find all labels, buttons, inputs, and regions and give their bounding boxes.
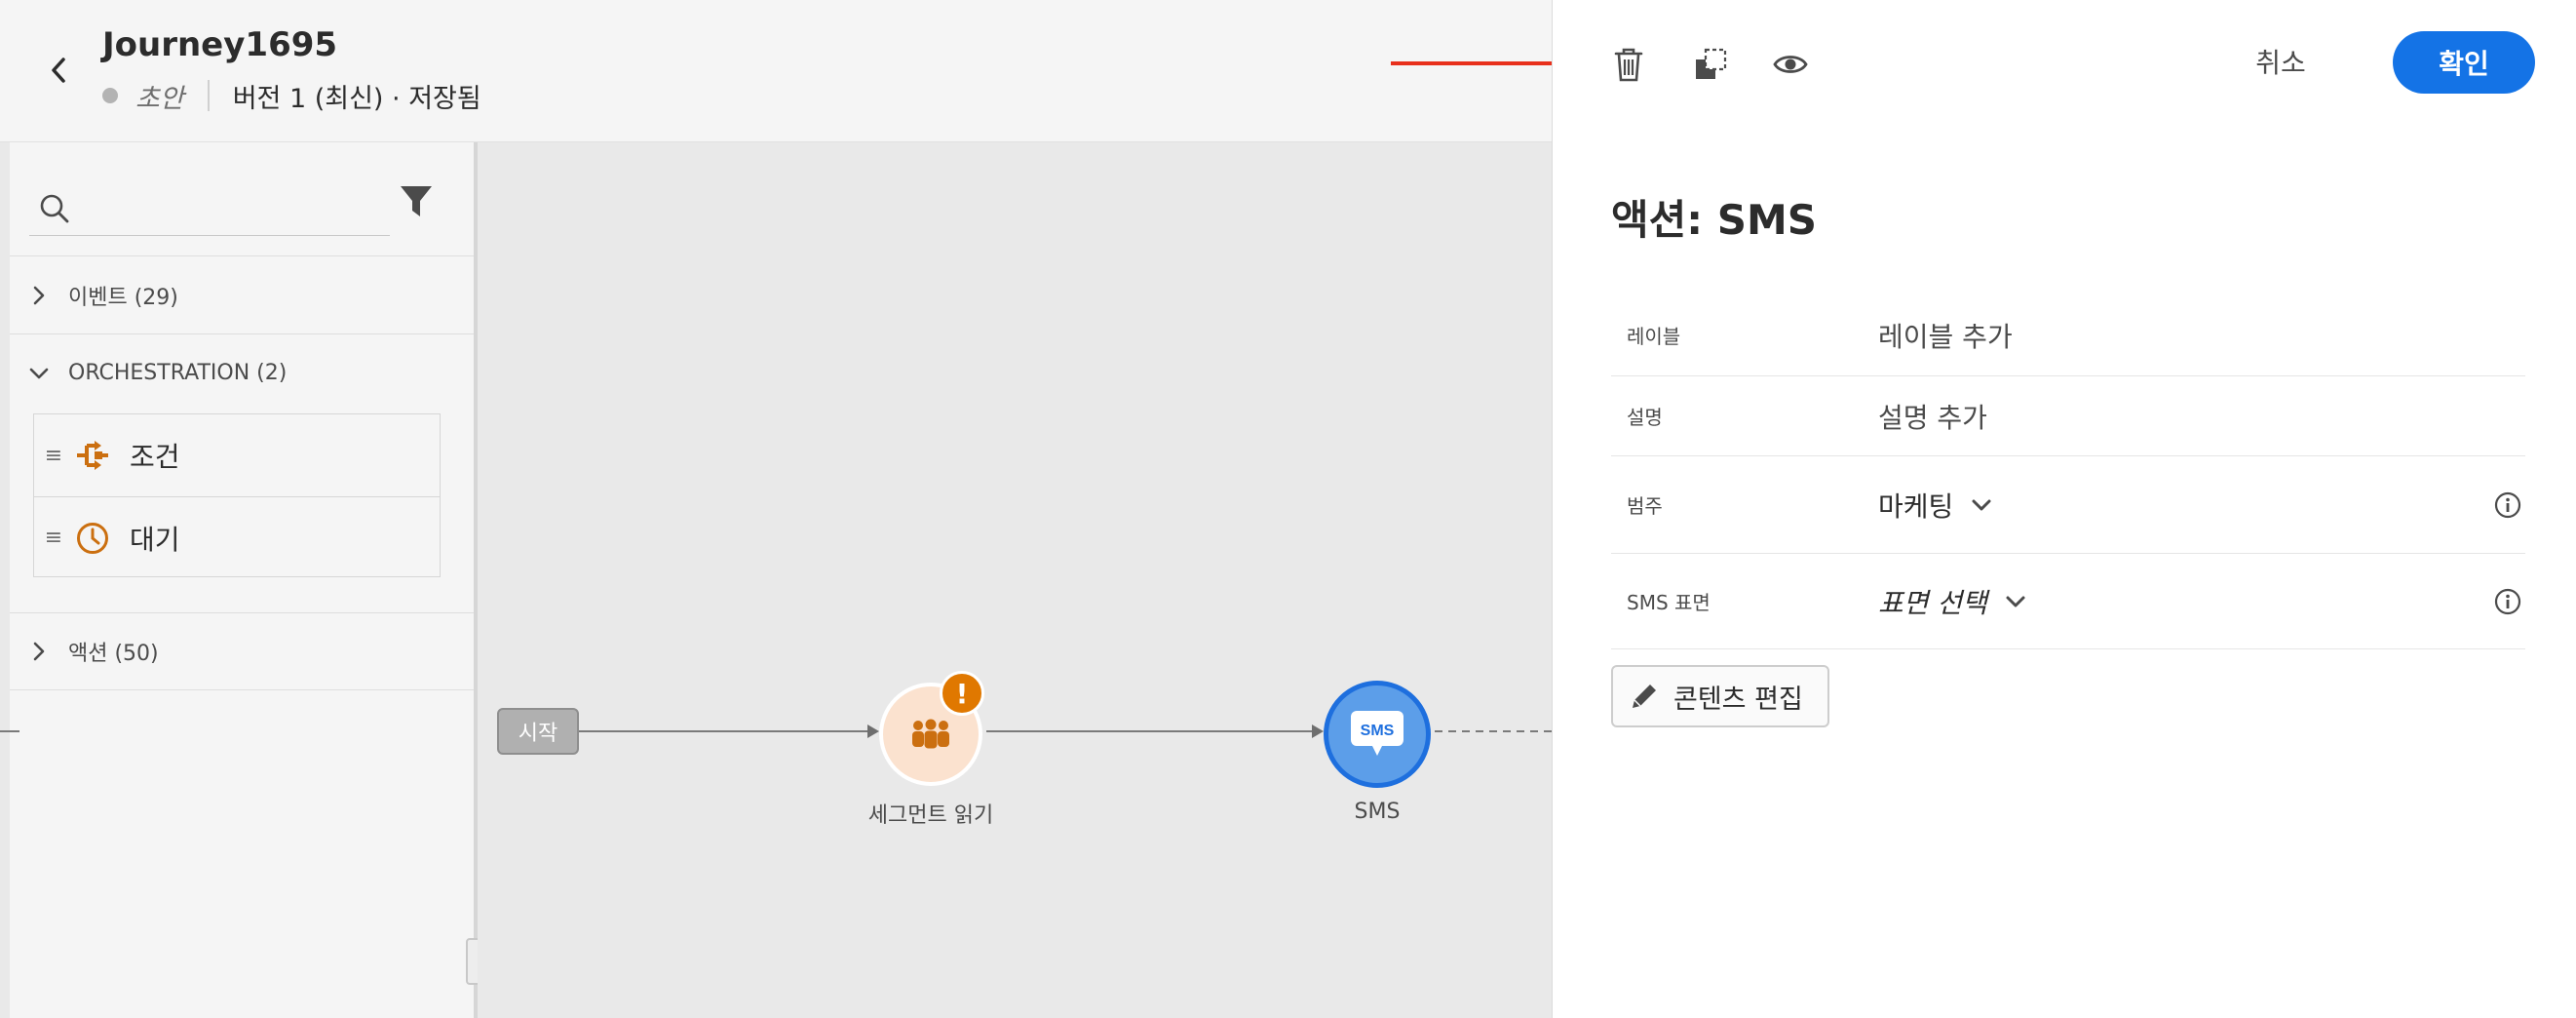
trash-icon — [1614, 48, 1643, 82]
back-button[interactable] — [39, 51, 78, 90]
confirm-button[interactable]: 확인 — [2393, 31, 2535, 94]
description-input[interactable]: 설명 추가 — [1878, 397, 2525, 436]
pencil-icon — [1629, 681, 1660, 712]
palette-item-label: 대기 — [130, 523, 180, 556]
dropdown-value: 표면 선택 — [1878, 586, 1987, 619]
surface-dropdown-wrap: 표면 선택 — [1878, 582, 2525, 621]
chevron-down-icon — [10, 367, 68, 380]
status-text: 초안 — [135, 83, 184, 114]
filter-icon — [401, 186, 432, 216]
category-dropdown[interactable]: 마케팅 — [1878, 486, 1992, 525]
journey-title: Journey1695 — [102, 25, 338, 64]
journey-header: Journey1695 초안 버전 1 (최신) · 저장됨 — [0, 0, 1552, 142]
sms-node[interactable]: SMS — [1324, 681, 1431, 788]
node-label: SMS — [1354, 800, 1401, 824]
cancel-button[interactable]: 취소 — [2237, 37, 2325, 86]
warning-icon[interactable]: ! — [940, 671, 984, 716]
journey-status-row: 초안 버전 1 (최신) · 저장됨 — [102, 76, 481, 115]
connector-lines — [579, 724, 1552, 738]
category-label: 이벤트 (29) — [68, 285, 178, 310]
orchestration-list: ≡ 조건 ≡ 대기 — [33, 413, 441, 577]
info-icon[interactable] — [2494, 588, 2521, 615]
category-orchestration[interactable]: ORCHESTRATION (2) — [10, 333, 474, 411]
chevron-right-icon — [10, 285, 68, 306]
edit-content-label: 콘텐츠 편집 — [1673, 684, 1803, 715]
palette-item-wait[interactable]: ≡ 대기 — [34, 496, 440, 578]
category-label: ORCHESTRATION (2) — [68, 361, 288, 385]
field-label: 레이블 — [1627, 325, 1681, 348]
sms-icon: SMS — [1351, 711, 1403, 756]
field-label: SMS 표면 — [1627, 591, 1711, 614]
eye-icon — [1773, 56, 1808, 73]
status-dot — [102, 88, 118, 103]
palette-item-label: 조건 — [130, 441, 180, 473]
chevron-left-icon — [52, 58, 65, 83]
dropdown-value: 마케팅 — [1878, 489, 1954, 523]
field-category-row: 범주 마케팅 — [1611, 456, 2525, 554]
people-icon — [912, 719, 949, 749]
field-label-row: 레이블 레이블 추가 — [1611, 294, 2525, 376]
drag-handle-icon[interactable]: ≡ — [34, 444, 73, 468]
surface-dropdown[interactable]: 표면 선택 — [1878, 582, 2026, 621]
drag-handle-icon[interactable]: ≡ — [34, 526, 73, 550]
category-actions[interactable]: 액션 (50) — [10, 612, 474, 690]
chevron-down-icon — [1972, 499, 1991, 510]
status-divider — [207, 80, 210, 111]
clock-icon — [73, 522, 112, 555]
search-icon — [40, 194, 69, 223]
info-icon[interactable] — [2494, 491, 2521, 519]
start-node[interactable]: 시작 — [497, 708, 579, 755]
preview-button[interactable] — [1765, 39, 1816, 90]
category-events[interactable]: 이벤트 (29) — [10, 255, 474, 333]
field-label: 설명 — [1627, 406, 1663, 429]
chevron-right-icon — [10, 641, 68, 662]
palette-item-condition[interactable]: ≡ 조건 — [34, 414, 440, 496]
edit-content-button[interactable]: 콘텐츠 편집 — [1611, 665, 1829, 727]
journey-canvas[interactable]: 시작 ! 세그먼트 읽기 SMS SMS — [0, 142, 1552, 1018]
category-label: 액션 (50) — [68, 642, 159, 666]
duplicate-icon — [1696, 48, 1727, 79]
field-sms-surface-row: SMS 표면 표면 선택 — [1611, 554, 2525, 649]
field-description-row: 설명 설명 추가 — [1611, 376, 2525, 456]
category-dropdown-wrap: 마케팅 — [1878, 486, 2525, 525]
duplicate-button[interactable] — [1685, 39, 1736, 90]
sms-badge-text: SMS — [1361, 723, 1395, 739]
activity-palette: 이벤트 (29) ORCHESTRATION (2) ≡ 조건 ≡ 대기 액션 … — [10, 142, 474, 1018]
properties-panel: 취소 확인 액션: SMS 레이블 레이블 추가 설명 설명 추가 범주 마케팅… — [1552, 0, 2576, 1018]
label-input[interactable]: 레이블 추가 — [1878, 316, 2525, 355]
field-label: 범주 — [1627, 494, 1663, 518]
version-text: 버전 1 (최신) · 저장됨 — [232, 83, 481, 114]
panel-title: 액션: SMS — [1611, 196, 1817, 244]
chevron-down-icon — [2006, 596, 2025, 607]
search-input[interactable] — [88, 185, 380, 224]
canvas-edge-line — [0, 730, 19, 732]
condition-icon — [73, 440, 112, 471]
palette-search — [29, 172, 390, 236]
filter-button[interactable] — [392, 177, 441, 226]
delete-button[interactable] — [1603, 39, 1654, 90]
node-label: 세그먼트 읽기 — [867, 803, 994, 828]
